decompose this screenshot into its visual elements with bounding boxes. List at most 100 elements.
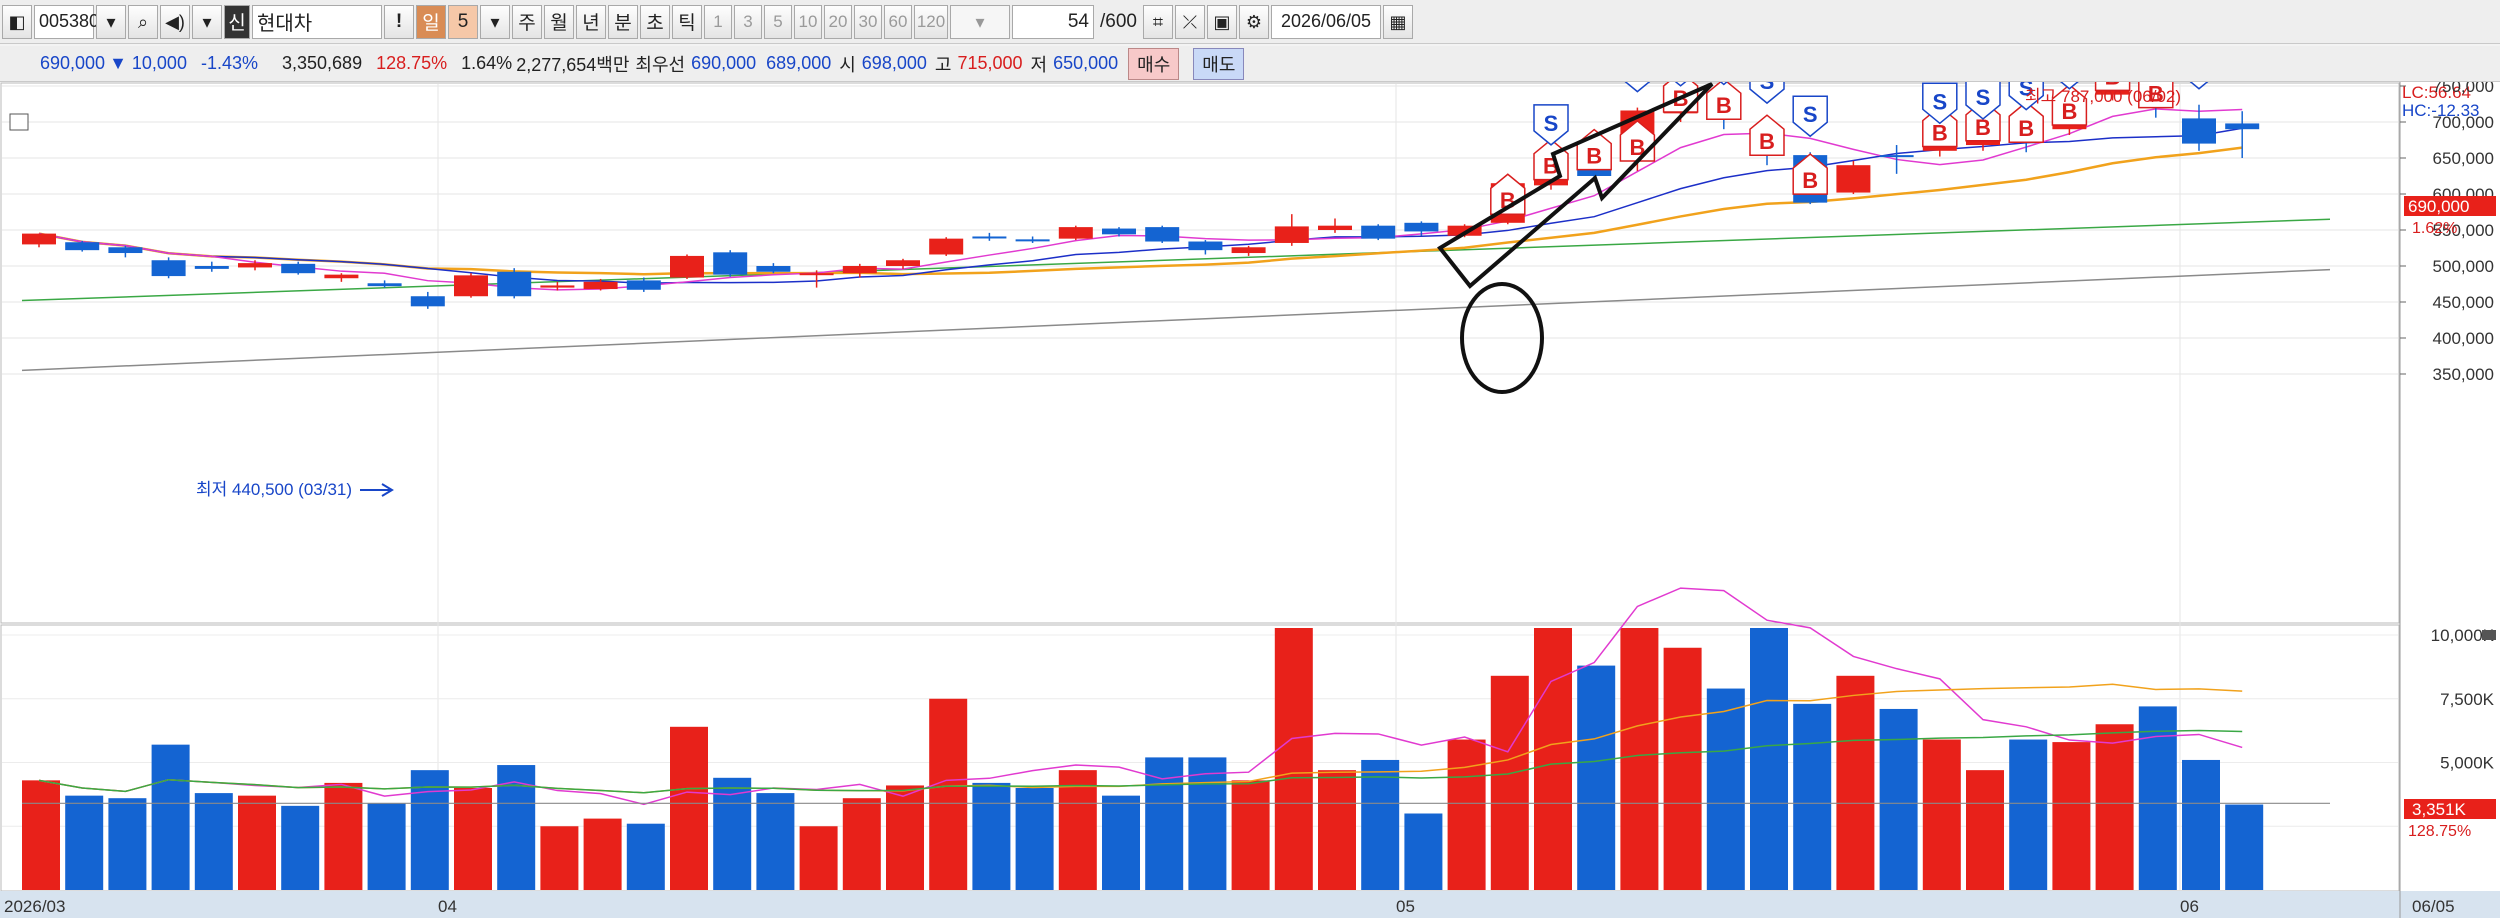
volume-bar	[1490, 675, 1529, 890]
alert-button[interactable]: !	[384, 4, 414, 39]
period-second-button[interactable]: 초	[640, 4, 670, 39]
best-quote-label: 최우선	[635, 54, 686, 75]
stock-name-field[interactable]: 현대차	[252, 4, 382, 39]
period-dropdown-button[interactable]: ▾	[480, 4, 510, 39]
volume-bar	[2009, 739, 2048, 890]
candle-body	[842, 266, 877, 274]
volume-bar	[540, 826, 579, 890]
current-price-tag: 690,000	[2408, 197, 2469, 216]
current-volume-pct: 128.75%	[2408, 823, 2471, 840]
candle-body	[1102, 228, 1136, 235]
volume-bar	[194, 793, 233, 890]
buy-signal-label: B	[1759, 129, 1775, 154]
stock-code-input[interactable]: 005380	[34, 4, 99, 39]
volume-bar	[842, 798, 881, 890]
sell-signal-label: S	[1803, 102, 1818, 127]
interval-1-button[interactable]: 1	[704, 4, 732, 39]
volume-bar	[756, 793, 795, 890]
date-input[interactable]: 2026/06/05	[1270, 4, 1381, 39]
interval-60-button[interactable]: 60	[884, 4, 912, 39]
y-tick-label: 700,000	[2433, 113, 2494, 132]
high-label: 고	[934, 54, 952, 75]
period-week-button[interactable]: 주	[512, 4, 542, 39]
buy-signal-label: B	[1716, 93, 1732, 118]
candle-body	[1404, 222, 1439, 232]
volume-bar	[1318, 770, 1356, 890]
volume-ratio: 128.75%	[376, 53, 448, 73]
volume-bar	[1534, 628, 1572, 890]
period-year-button[interactable]: 년	[576, 4, 606, 39]
volume-bar	[1231, 780, 1270, 890]
period-tick-button[interactable]: 틱	[672, 4, 702, 39]
interval-5-button[interactable]: 5	[764, 4, 792, 39]
candle-body	[2225, 123, 2260, 130]
x-tick-label: 06/05	[2412, 897, 2455, 916]
max-price-label: 최고 787,000 (06/02)	[2025, 87, 2181, 106]
candle-body	[2182, 118, 2216, 144]
volume-panel-collapse-icon[interactable]	[2482, 630, 2496, 640]
buy-signal-label: B	[1802, 168, 1818, 193]
volume-value: 3,350,689	[282, 53, 363, 73]
price-change-pct: -1.43%	[200, 53, 258, 73]
stock-chart-window: { "toolbar": { "code": "005380", "market…	[0, 0, 2500, 918]
candle-body	[713, 252, 748, 275]
candle-body	[626, 280, 661, 290]
volume-bar	[65, 795, 104, 890]
period-minute-button[interactable]: 분	[608, 4, 638, 39]
interval-120-button[interactable]: 120	[914, 4, 948, 39]
window-menu-icon[interactable]: ◧	[2, 4, 32, 39]
y-tick-label: 350,000	[2433, 365, 2494, 384]
interval-select[interactable]: ▾	[950, 4, 1010, 39]
volume-bar	[1793, 703, 1832, 890]
period-month-button[interactable]: 월	[544, 4, 574, 39]
sell-button[interactable]: 매도	[1193, 47, 1245, 80]
y-tick-label: 450,000	[2433, 293, 2494, 312]
interval-3-button[interactable]: 3	[734, 4, 762, 39]
min-price-label: 최저 440,500 (03/31)	[196, 480, 352, 499]
save-icon[interactable]: ▣	[1206, 4, 1237, 39]
candle-body	[1361, 225, 1396, 239]
volume-bar	[626, 823, 665, 890]
draw-tool-icon[interactable]: ⤫	[1174, 4, 1205, 39]
x-tick-label: 05	[1396, 897, 1415, 916]
candle-body	[583, 281, 618, 290]
candle-body	[65, 242, 100, 251]
speaker-icon[interactable]: ◀)	[160, 4, 190, 39]
candle-body	[972, 236, 1007, 239]
buy-button[interactable]: 매수	[1128, 47, 1180, 80]
candle-body	[756, 266, 791, 272]
speaker-dropdown-button[interactable]: ▾	[192, 4, 222, 39]
volume-bar	[1188, 757, 1227, 890]
volume-bar	[324, 782, 363, 890]
count-input[interactable]: 54	[1012, 4, 1094, 39]
volume-bar	[281, 805, 320, 890]
candle-body	[886, 260, 920, 266]
calendar-icon[interactable]: ▦	[1382, 4, 1413, 39]
sell-signal-label: S	[1544, 111, 1559, 136]
panel-menu-icon[interactable]	[9, 113, 29, 131]
open-price: 698,000	[861, 53, 927, 73]
gear-icon[interactable]: ⚙	[1238, 4, 1269, 39]
search-icon[interactable]: ⌕	[128, 4, 158, 39]
volume-bar	[2138, 706, 2177, 890]
volume-bar	[929, 698, 968, 890]
period-value-field[interactable]: 5	[448, 4, 478, 39]
buy-signal-label: B	[1932, 121, 1948, 146]
volume-bar	[238, 795, 276, 890]
code-dropdown-button[interactable]: ▾	[96, 4, 126, 39]
market-badge: 신	[224, 4, 250, 39]
chart-type-icon[interactable]: ⌗	[1142, 4, 1173, 39]
candle-body	[1231, 247, 1266, 254]
x-tick-label: 06	[2180, 897, 2199, 916]
volume-bar	[670, 726, 708, 890]
interval-10-button[interactable]: 10	[794, 4, 822, 39]
candle-body	[367, 283, 402, 287]
candle-body	[194, 266, 229, 269]
period-day-button[interactable]: 일	[416, 4, 446, 39]
price-volume-chart[interactable]: BBBBBBBBBBBBBBSSSSSSSSSSSSS 최고 787,000 (…	[0, 82, 2500, 918]
y-tick-label: 650,000	[2433, 149, 2494, 168]
buy-signal-label: B	[1586, 144, 1602, 169]
interval-30-button[interactable]: 30	[854, 4, 882, 39]
candle-body	[151, 260, 186, 277]
interval-20-button[interactable]: 20	[824, 4, 852, 39]
